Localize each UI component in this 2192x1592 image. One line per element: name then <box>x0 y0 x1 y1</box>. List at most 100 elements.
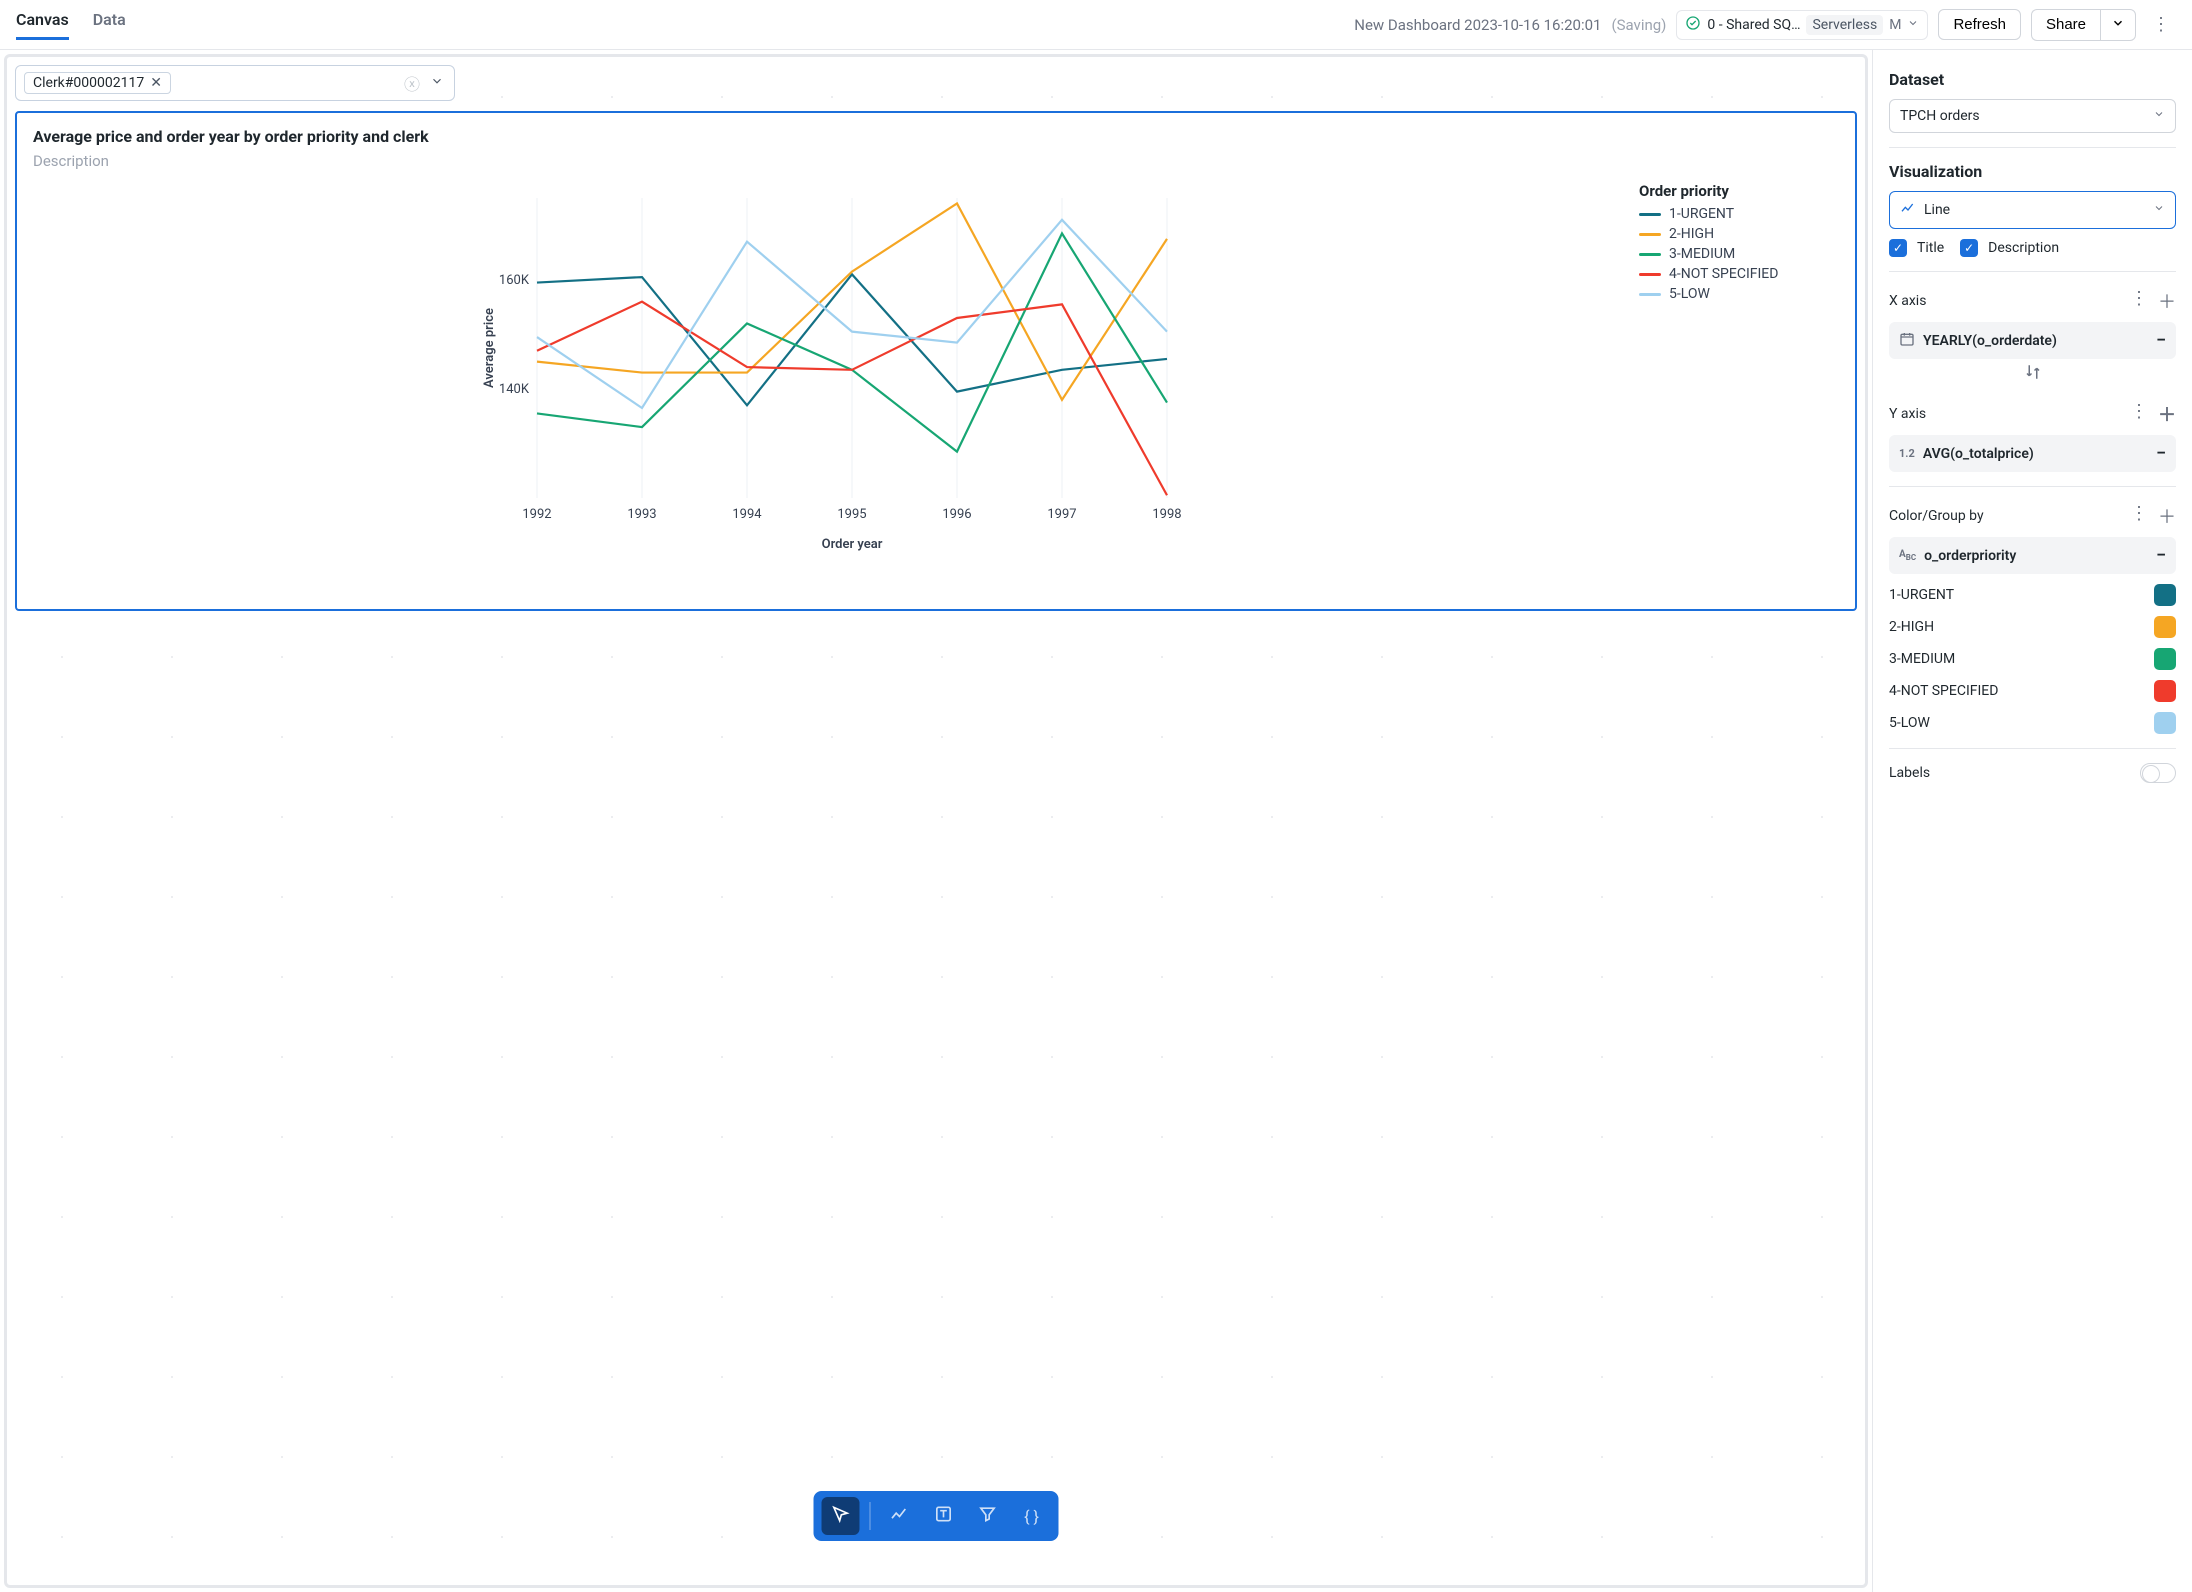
saving-indicator: (Saving) <box>1611 16 1666 34</box>
series-swatch[interactable] <box>2154 616 2176 638</box>
tool-text[interactable] <box>925 1497 963 1535</box>
legend-item-label: 3-MEDIUM <box>1669 246 1735 262</box>
series-row: 1-URGENT <box>1889 584 2176 606</box>
tool-filter[interactable] <box>969 1497 1007 1535</box>
visualization-select[interactable]: Line <box>1889 191 2176 229</box>
y-axis-label: Y axis <box>1889 406 1926 422</box>
chart-icon <box>890 1504 910 1528</box>
clear-filter-icon[interactable]: ⓧ <box>404 71 420 95</box>
legend-item-label: 5-LOW <box>1669 286 1710 302</box>
chevron-down-icon <box>1907 17 1919 33</box>
x-axis-label: X axis <box>1889 293 1926 309</box>
legend-swatch <box>1639 273 1661 276</box>
line-chart-svg: 140K160K1992199319941995199619971998Orde… <box>33 178 1621 558</box>
visualization-value: Line <box>1924 202 1950 218</box>
chart-title[interactable]: Average price and order year by order pr… <box>33 127 1839 146</box>
filter-chip[interactable]: Clerk#000002117 ✕ <box>24 72 171 94</box>
legend-item[interactable]: 1-URGENT <box>1639 206 1839 222</box>
share-button[interactable]: Share <box>2031 9 2100 41</box>
title-checkbox[interactable]: ✓ <box>1889 239 1907 257</box>
legend-item[interactable]: 2-HIGH <box>1639 226 1839 242</box>
filter-box[interactable]: Clerk#000002117 ✕ ⓧ <box>15 65 455 101</box>
tool-code[interactable]: { } <box>1013 1497 1051 1535</box>
toolbar-divider <box>870 1502 871 1530</box>
filter-chip-label: Clerk#000002117 <box>33 75 144 91</box>
series-swatch[interactable] <box>2154 712 2176 734</box>
series-row: 5-LOW <box>1889 712 2176 734</box>
title-checkbox-label: Title <box>1917 240 1944 256</box>
chart-plot-area: 140K160K1992199319941995199619971998Orde… <box>33 178 1621 558</box>
x-axis-add-icon[interactable]: ＋ <box>2158 288 2176 314</box>
chevron-down-icon <box>2153 108 2165 124</box>
dataset-section-title: Dataset <box>1889 70 2176 89</box>
check-circle-icon <box>1685 15 1701 35</box>
series-swatch[interactable] <box>2154 648 2176 670</box>
group-field[interactable]: ABC o_orderpriority − <box>1889 537 2176 574</box>
labels-toggle[interactable] <box>2140 763 2176 783</box>
tab-data[interactable]: Data <box>93 10 126 40</box>
svg-text:1993: 1993 <box>627 507 656 522</box>
main-area: Clerk#000002117 ✕ ⓧ Average price and or… <box>0 50 2192 1592</box>
series-swatch[interactable] <box>2154 680 2176 702</box>
text-icon <box>934 1504 954 1528</box>
series-row: 4-NOT SPECIFIED <box>1889 680 2176 702</box>
x-axis-field-remove-icon[interactable]: − <box>2156 330 2166 351</box>
svg-text:1998: 1998 <box>1152 507 1181 522</box>
dataset-value: TPCH orders <box>1900 108 1980 124</box>
legend-title: Order priority <box>1639 182 1839 200</box>
warehouse-picker[interactable]: 0 - Shared SQ… Serverless M <box>1676 10 1928 40</box>
legend-item[interactable]: 3-MEDIUM <box>1639 246 1839 262</box>
tool-chart[interactable] <box>881 1497 919 1535</box>
series-name: 4-NOT SPECIFIED <box>1889 683 1998 699</box>
svg-text:160K: 160K <box>499 273 530 288</box>
description-checkbox[interactable]: ✓ <box>1960 239 1978 257</box>
visualization-section-title: Visualization <box>1889 162 2176 181</box>
refresh-button[interactable]: Refresh <box>1938 9 2021 40</box>
series-swatch[interactable] <box>2154 584 2176 606</box>
chevron-down-icon[interactable] <box>430 74 444 92</box>
legend-item[interactable]: 5-LOW <box>1639 286 1839 302</box>
svg-text:Average price: Average price <box>482 308 497 388</box>
group-field-remove-icon[interactable]: − <box>2156 545 2166 566</box>
series-name: 3-MEDIUM <box>1889 651 1955 667</box>
warehouse-name: 0 - Shared SQ… <box>1707 17 1800 33</box>
legend-item[interactable]: 4-NOT SPECIFIED <box>1639 266 1839 282</box>
kebab-menu-icon[interactable]: ⋮ <box>2146 8 2176 41</box>
tool-select[interactable] <box>822 1497 860 1535</box>
tab-canvas[interactable]: Canvas <box>16 10 69 40</box>
x-axis-kebab-icon[interactable]: ⋮ <box>2130 288 2148 314</box>
swap-axes-icon[interactable] <box>1889 363 2176 385</box>
warehouse-size: M <box>1889 17 1901 33</box>
line-chart-icon <box>1900 200 1916 220</box>
group-add-icon[interactable]: ＋ <box>2158 503 2176 529</box>
y-axis-field[interactable]: 1.2 AVG(o_totalprice) − <box>1889 435 2176 472</box>
cursor-icon <box>831 1504 851 1528</box>
chart-card[interactable]: Average price and order year by order pr… <box>15 111 1857 611</box>
share-dropdown-button[interactable] <box>2100 9 2136 41</box>
y-axis-field-text: AVG(o_totalprice) <box>1923 446 2034 462</box>
y-axis-kebab-icon[interactable]: ⋮ <box>2130 401 2148 427</box>
svg-text:1994: 1994 <box>732 507 762 522</box>
canvas[interactable]: Clerk#000002117 ✕ ⓧ Average price and or… <box>4 54 1868 1588</box>
legend-swatch <box>1639 213 1661 216</box>
chip-remove-icon[interactable]: ✕ <box>150 75 162 91</box>
x-axis-field-text: YEARLY(o_orderdate) <box>1923 333 2057 349</box>
y-axis-add-icon[interactable]: ＋ <box>2158 401 2176 427</box>
group-label: Color/Group by <box>1889 508 1984 524</box>
group-kebab-icon[interactable]: ⋮ <box>2130 503 2148 529</box>
dataset-select[interactable]: TPCH orders <box>1889 99 2176 133</box>
legend-swatch <box>1639 253 1661 256</box>
legend-swatch <box>1639 233 1661 236</box>
description-checkbox-label: Description <box>1988 240 2059 256</box>
series-name: 5-LOW <box>1889 715 1930 731</box>
legend-item-label: 1-URGENT <box>1669 206 1734 222</box>
number-icon: 1.2 <box>1899 447 1915 460</box>
chart-description[interactable]: Description <box>33 152 1839 170</box>
x-axis-field[interactable]: YEARLY(o_orderdate) − <box>1889 322 2176 359</box>
svg-text:1996: 1996 <box>942 507 971 522</box>
y-axis-field-remove-icon[interactable]: − <box>2156 443 2166 464</box>
warehouse-type-badge: Serverless <box>1806 15 1883 35</box>
dashboard-title: New Dashboard 2023-10-16 16:20:01 <box>1354 16 1601 34</box>
canvas-toolbar: { } <box>814 1491 1059 1541</box>
series-row: 3-MEDIUM <box>1889 648 2176 670</box>
